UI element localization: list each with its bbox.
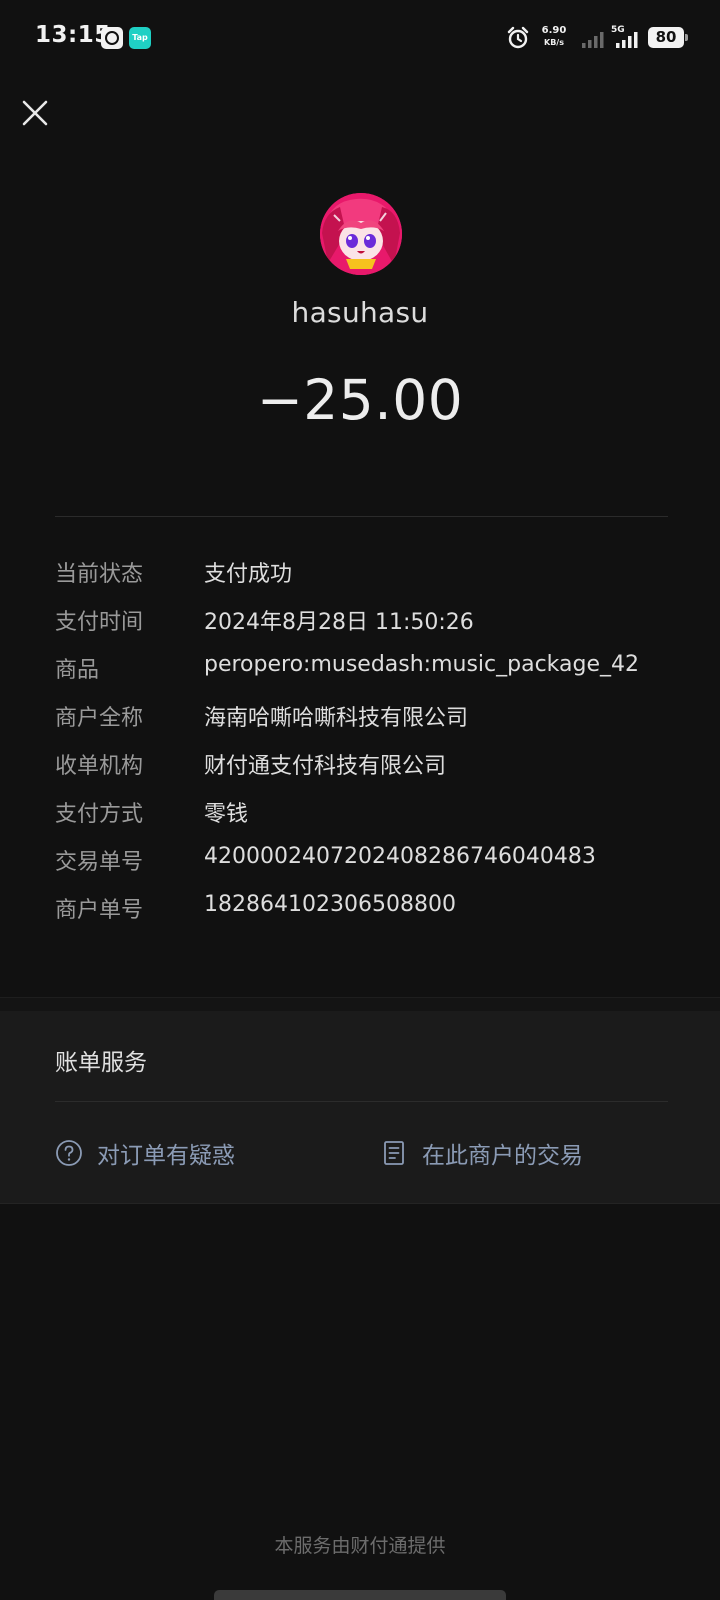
detail-label: 商品 xyxy=(55,658,100,683)
detail-label: 商户单号 xyxy=(55,898,144,923)
detail-row-product: 商品 peropero:musedash:music_package_42 xyxy=(55,652,695,700)
detail-value: 182864102306508800 xyxy=(204,892,456,917)
net-speed-unit: KB/s xyxy=(544,38,564,47)
status-time: 13:15 xyxy=(35,22,111,48)
transaction-details: 当前状态 支付成功 支付时间 2024年8月28日 11:50:26 商品 pe… xyxy=(55,556,695,940)
detail-row-pay-time: 支付时间 2024年8月28日 11:50:26 xyxy=(55,604,695,652)
detail-label: 商户全称 xyxy=(55,706,144,731)
net-speed-value: 6.90 xyxy=(541,25,567,36)
close-icon[interactable] xyxy=(18,96,52,130)
detail-row-payment-method: 支付方式 零钱 xyxy=(55,796,695,844)
detail-row-status: 当前状态 支付成功 xyxy=(55,556,695,604)
alarm-icon xyxy=(507,26,529,49)
detail-row-merchant-order-id: 商户单号 182864102306508800 xyxy=(55,892,695,940)
detail-label: 当前状态 xyxy=(55,562,144,587)
detail-label: 交易单号 xyxy=(55,850,144,875)
detail-label: 支付时间 xyxy=(55,610,144,635)
home-indicator[interactable] xyxy=(214,1590,506,1600)
payment-amount: −25.00 xyxy=(256,368,464,432)
detail-value: 零钱 xyxy=(204,802,249,827)
battery-icon: 80 xyxy=(648,27,688,48)
detail-label: 收单机构 xyxy=(55,754,144,779)
detail-value: peropero:musedash:music_package_42 xyxy=(204,652,640,677)
question-circle-icon xyxy=(56,1140,82,1166)
merchant-avatar xyxy=(320,193,402,275)
bill-services-card: 账单服务 对订单有疑惑 在此商户的交易 xyxy=(0,1011,720,1204)
tap-app-icon: Tap xyxy=(129,27,151,49)
status-bar: 13:15 Tap 6.90 KB/s 5G 80 xyxy=(0,0,720,78)
divider xyxy=(55,516,668,517)
merchant-transactions-label: 在此商户的交易 xyxy=(422,1143,583,1169)
detail-value: 海南哈嘶哈嘶科技有限公司 xyxy=(204,706,469,731)
footer-provider-note: 本服务由财付通提供 xyxy=(274,1535,446,1557)
detail-value: 财付通支付科技有限公司 xyxy=(204,754,447,779)
notification-app-icon xyxy=(101,27,123,49)
bill-services-title: 账单服务 xyxy=(55,1050,147,1076)
signal-icon-sim2 xyxy=(616,32,638,48)
merchant-name: hasuhasu xyxy=(291,296,429,329)
section-separator xyxy=(0,997,720,1011)
detail-value: 2024年8月28日 11:50:26 xyxy=(204,610,474,635)
detail-row-merchant-full-name: 商户全称 海南哈嘶哈嘶科技有限公司 xyxy=(55,700,695,748)
detail-row-acquirer: 收单机构 财付通支付科技有限公司 xyxy=(55,748,695,796)
document-icon xyxy=(384,1141,404,1165)
transaction-detail-page: 13:15 Tap 6.90 KB/s 5G 80 hasuhasu −25.0… xyxy=(0,0,720,1600)
order-question-label: 对订单有疑惑 xyxy=(97,1143,235,1169)
order-question-link[interactable]: 对订单有疑惑 xyxy=(55,1136,235,1170)
signal-icon-sim1 xyxy=(582,32,604,48)
net-speed: 6.90 KB/s xyxy=(539,25,569,49)
detail-value: 支付成功 xyxy=(204,562,293,587)
detail-label: 支付方式 xyxy=(55,802,144,827)
avatar-illustration xyxy=(320,193,402,275)
detail-value: 4200002407202408286746040483 xyxy=(204,844,596,869)
divider xyxy=(55,1101,668,1102)
detail-row-transaction-id: 交易单号 4200002407202408286746040483 xyxy=(55,844,695,892)
merchant-transactions-link[interactable]: 在此商户的交易 xyxy=(380,1136,583,1170)
